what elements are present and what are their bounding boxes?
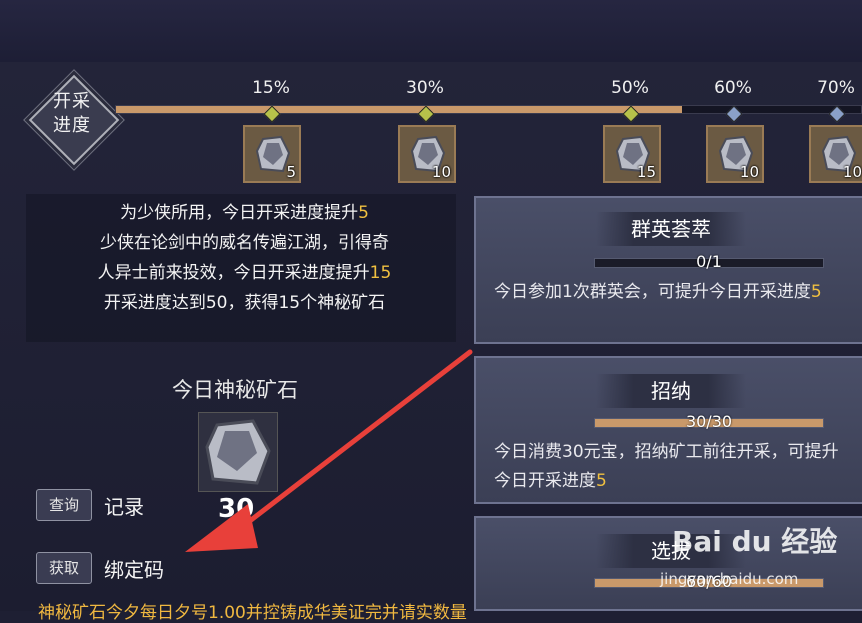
baidu-watermark: Bai du 经验 jingyan.baidu.com — [660, 520, 860, 590]
watermark-url: jingyan.baidu.com — [660, 570, 799, 588]
watermark-brand: Bai du 经验 — [672, 525, 838, 558]
